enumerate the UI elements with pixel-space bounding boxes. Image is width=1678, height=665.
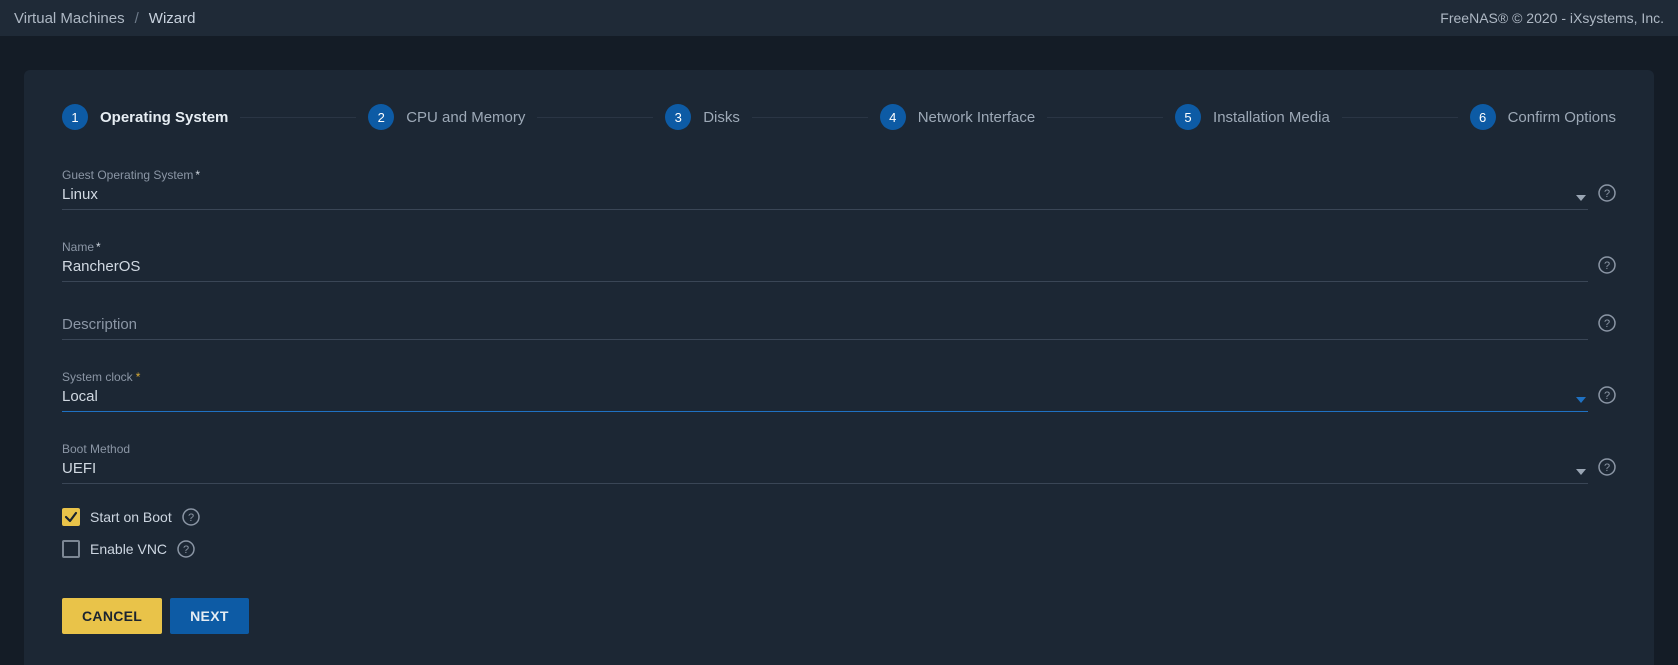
breadcrumb-root[interactable]: Virtual Machines (14, 10, 125, 27)
wizard-stepper: 1 Operating System 2 CPU and Memory 3 Di… (62, 104, 1616, 130)
step-label: CPU and Memory (406, 109, 525, 126)
field-value: Linux (62, 182, 1588, 209)
step-connector (752, 117, 868, 118)
description-field[interactable]: Description (62, 298, 1588, 340)
field-placeholder: Description (62, 312, 1588, 339)
breadcrumb: Virtual Machines / Wizard (14, 10, 195, 27)
svg-text:?: ? (1604, 390, 1610, 402)
help-icon[interactable]: ? (1598, 256, 1616, 274)
breadcrumb-separator: / (135, 10, 139, 27)
step-connector (1342, 117, 1458, 118)
copyright-text: FreeNAS® © 2020 - iXsystems, Inc. (1440, 10, 1664, 26)
step-installation-media[interactable]: 5 Installation Media (1175, 104, 1330, 130)
name-field[interactable]: Name* RancherOS (62, 226, 1588, 282)
svg-text:?: ? (1604, 318, 1610, 330)
svg-text:?: ? (1604, 260, 1610, 272)
required-marker: * (195, 168, 200, 182)
enable-vnc-checkbox[interactable]: Enable VNC ? (62, 540, 1616, 558)
step-badge: 2 (368, 104, 394, 130)
help-icon[interactable]: ? (182, 508, 200, 526)
cancel-button[interactable]: CANCEL (62, 598, 162, 634)
required-marker: * (96, 240, 101, 254)
help-icon[interactable]: ? (1598, 184, 1616, 202)
field-value: UEFI (62, 456, 1588, 483)
svg-text:?: ? (188, 512, 194, 524)
field-value: RancherOS (62, 254, 1588, 281)
step-disks[interactable]: 3 Disks (665, 104, 740, 130)
step-label: Operating System (100, 109, 228, 126)
step-operating-system[interactable]: 1 Operating System (62, 104, 228, 130)
guest-os-select[interactable]: Guest Operating System* Linux (62, 154, 1588, 210)
checkbox-label: Enable VNC (90, 541, 167, 557)
step-badge: 4 (880, 104, 906, 130)
field-label: Name (62, 240, 94, 254)
next-button[interactable]: NEXT (170, 598, 249, 634)
step-badge: 3 (665, 104, 691, 130)
start-on-boot-checkbox[interactable]: Start on Boot ? (62, 508, 1616, 526)
checkbox-label: Start on Boot (90, 509, 172, 525)
svg-text:?: ? (1604, 188, 1610, 200)
step-network-interface[interactable]: 4 Network Interface (880, 104, 1036, 130)
system-clock-select[interactable]: System clock* Local (62, 356, 1588, 412)
breadcrumb-current: Wizard (149, 10, 196, 27)
step-label: Confirm Options (1508, 109, 1616, 126)
field-label: Guest Operating System (62, 168, 193, 182)
checkbox-icon (62, 508, 80, 526)
step-connector (240, 117, 356, 118)
help-icon[interactable]: ? (1598, 314, 1616, 332)
step-label: Installation Media (1213, 109, 1330, 126)
step-cpu-memory[interactable]: 2 CPU and Memory (368, 104, 525, 130)
checkbox-icon (62, 540, 80, 558)
wizard-card: 1 Operating System 2 CPU and Memory 3 Di… (24, 70, 1654, 665)
field-label: System clock (62, 370, 133, 384)
help-icon[interactable]: ? (1598, 386, 1616, 404)
step-label: Network Interface (918, 109, 1036, 126)
step-connector (1047, 117, 1163, 118)
boot-method-select[interactable]: Boot Method UEFI (62, 428, 1588, 484)
help-icon[interactable]: ? (1598, 458, 1616, 476)
step-label: Disks (703, 109, 740, 126)
field-label: Boot Method (62, 442, 130, 456)
svg-text:?: ? (183, 544, 189, 556)
step-connector (537, 117, 653, 118)
field-value: Local (62, 384, 1588, 411)
required-marker: * (136, 370, 141, 384)
help-icon[interactable]: ? (177, 540, 195, 558)
step-badge: 1 (62, 104, 88, 130)
step-confirm-options[interactable]: 6 Confirm Options (1470, 104, 1616, 130)
svg-text:?: ? (1604, 462, 1610, 474)
step-badge: 5 (1175, 104, 1201, 130)
step-badge: 6 (1470, 104, 1496, 130)
